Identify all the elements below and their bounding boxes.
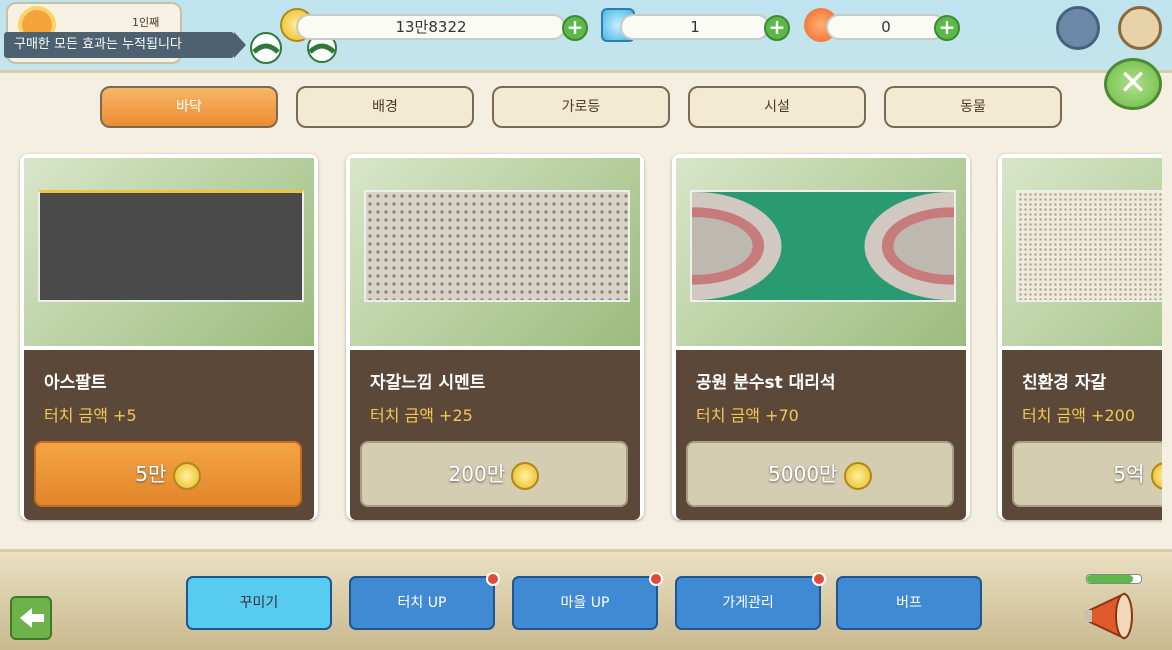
profile-rank: 1인째 [132, 16, 160, 29]
item-image [1002, 158, 1162, 346]
item-bonus: 터치 금액 +5 [44, 406, 137, 425]
add-fruit-button[interactable]: + [934, 15, 960, 41]
price-label: 5억 [1113, 462, 1145, 486]
gravel-texture [364, 190, 630, 302]
add-coins-button[interactable]: + [562, 15, 588, 41]
coin-counter: 13만8322 [296, 14, 566, 40]
price-label: 5만 [135, 462, 167, 486]
item-card[interactable]: 친환경 자갈 터치 금액 +200 5억 [998, 154, 1162, 520]
back-arrow-button[interactable] [10, 596, 52, 640]
price-label: 5000만 [768, 462, 838, 486]
item-bonus: 터치 금액 +25 [370, 406, 473, 425]
eco-gravel-texture [1016, 190, 1162, 302]
fruit-counter: 0 [826, 14, 946, 40]
arrow-left-icon [20, 608, 44, 628]
item-image [24, 158, 314, 346]
nav-decorate[interactable]: 꾸미기 [186, 576, 332, 630]
nav-buff[interactable]: 버프 [836, 576, 982, 630]
item-card[interactable]: 공원 분수st 대리석 터치 금액 +70 5000만 [672, 154, 970, 520]
tab-animal[interactable]: 동물 [884, 86, 1062, 128]
nav-touch-up[interactable]: 터치 UP [349, 576, 495, 630]
tab-background[interactable]: 배경 [296, 86, 474, 128]
item-image [676, 158, 966, 346]
notification-badge [812, 572, 826, 586]
coin-icon [172, 461, 201, 490]
megaphone-icon[interactable] [1080, 590, 1144, 642]
chat-icon[interactable] [1118, 6, 1162, 50]
clipboard-icon[interactable] [1056, 6, 1100, 50]
nav-shop-manage[interactable]: 가게관리 [675, 576, 821, 630]
item-card[interactable]: 아스팔트 터치 금액 +5 5만 [20, 154, 318, 520]
tab-floor[interactable]: 바닥 [100, 86, 278, 128]
coin-icon [511, 461, 540, 490]
item-bonus: 터치 금액 +200 [1022, 406, 1135, 425]
megaphone-gauge [1086, 574, 1142, 584]
coin-icon [843, 461, 872, 490]
notification-badge [486, 572, 500, 586]
gauge-fill [1087, 575, 1133, 583]
price-label: 200만 [448, 462, 506, 486]
close-button[interactable]: ✕ [1104, 58, 1162, 110]
tab-facility[interactable]: 시설 [688, 86, 866, 128]
tooltip: 구매한 모든 효과는 누적됩니다 [4, 32, 246, 58]
top-bar: 1인째 구매한 모든 효과는 누적됩니다 13만8322 + 1 + 0 + [0, 0, 1172, 68]
tab-streetlight[interactable]: 가로등 [492, 86, 670, 128]
item-card[interactable]: 자갈느낌 시멘트 터치 금액 +25 200만 [346, 154, 644, 520]
item-name: 공원 분수st 대리석 [696, 373, 836, 393]
coin-icon [1150, 461, 1162, 490]
item-bonus: 터치 금액 +70 [696, 406, 799, 425]
marble-texture [690, 190, 956, 302]
buy-button[interactable]: 200만 [360, 441, 628, 507]
item-name: 친환경 자갈 [1022, 373, 1107, 393]
card-list: 아스팔트 터치 금액 +5 5만 자갈느낌 시멘트 터치 금액 +25 200만… [0, 150, 1162, 530]
item-name: 자갈느낌 시멘트 [370, 373, 486, 393]
buy-button[interactable]: 5억 [1012, 441, 1162, 507]
buy-button[interactable]: 5만 [34, 441, 302, 507]
asphalt-texture [38, 190, 304, 302]
item-name: 아스팔트 [44, 373, 107, 393]
nav-town-up[interactable]: 마을 UP [512, 576, 658, 630]
notification-badge [649, 572, 663, 586]
buy-button[interactable]: 5000만 [686, 441, 954, 507]
gem-counter: 1 [620, 14, 770, 40]
add-gems-button[interactable]: + [764, 15, 790, 41]
item-image [350, 158, 640, 346]
